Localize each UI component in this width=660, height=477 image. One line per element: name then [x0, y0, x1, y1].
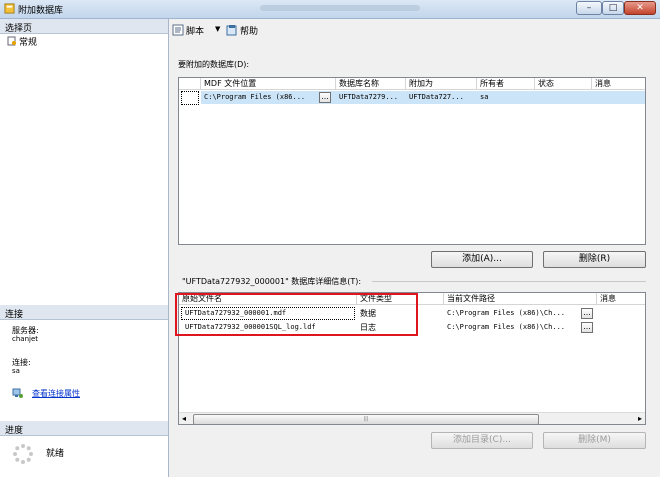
details-separator — [372, 281, 646, 282]
cell-attach-as[interactable]: UFTData727... — [406, 91, 477, 104]
help-button[interactable]: 帮助 — [226, 22, 276, 38]
view-connection-properties-link[interactable]: 查看连接属性 — [32, 388, 80, 399]
progress-spinner-icon — [13, 444, 33, 464]
databases-to-attach-label: 要附加的数据库(D): — [178, 60, 250, 69]
add-catalog-button[interactable]: 添加目录(C)... — [431, 432, 533, 449]
connection-header: 连接 — [0, 305, 168, 320]
minimize-button[interactable]: – — [576, 1, 602, 15]
progress-header: 进度 — [0, 421, 168, 436]
scroll-right-icon[interactable]: ▸ — [638, 413, 642, 424]
maximize-button[interactable]: □ — [602, 1, 624, 15]
cell-current-path: C:\Program Files (x86)\Ch... — [447, 309, 566, 317]
left-pane: 选择页 常规 连接 服务器: chanjet 连接: sa 查看连接属性 进度 … — [0, 19, 169, 477]
cell-current-path: C:\Program Files (x86)\Ch... — [447, 323, 566, 331]
cell-mdf-location: C:\Program Files (x86... — [204, 93, 306, 101]
connection-properties-icon — [12, 388, 23, 398]
grid-header-status[interactable]: 状态 — [535, 78, 592, 90]
connection-value: sa — [12, 367, 20, 375]
script-label: 脚本 — [186, 27, 205, 37]
server-value: chanjet — [12, 335, 39, 343]
grid-header-corner — [179, 78, 201, 90]
script-button[interactable]: 脚本 ▼ — [172, 22, 232, 38]
cell-message — [592, 91, 645, 104]
cell-status — [535, 91, 592, 104]
page-item-label: 常规 — [19, 38, 38, 48]
grid-header-dbname[interactable]: 数据库名称 — [336, 78, 406, 90]
select-page-header: 选择页 — [0, 19, 168, 34]
cell-db-name: UFTData7279... — [339, 93, 399, 101]
progress-status: 就绪 — [46, 449, 65, 459]
help-label: 帮助 — [240, 27, 259, 37]
databases-to-attach-grid[interactable]: MDF 文件位置 数据库名称 附加为 所有者 状态 消息 C:\Program … — [178, 77, 646, 245]
page-icon — [7, 36, 16, 46]
dropdown-arrow-icon[interactable]: ▼ — [215, 25, 220, 33]
row-focus-indicator — [181, 91, 199, 105]
remove-file-button[interactable]: 删除(M) — [543, 432, 646, 449]
cell-owner[interactable]: sa — [477, 91, 535, 104]
grid-header-mdf[interactable]: MDF 文件位置 — [201, 78, 336, 90]
scrollbar-thumb[interactable]: ||| — [193, 414, 539, 424]
grid-header-message[interactable]: 消息 — [592, 78, 645, 90]
blurred-title-region — [260, 5, 420, 11]
window-title-bar: 附加数据库 – □ ✕ — [0, 0, 660, 19]
database-icon — [4, 3, 15, 14]
browse-path-button[interactable]: ... — [581, 322, 593, 333]
details-header-current-path[interactable]: 当前文件路径 — [444, 293, 597, 305]
horizontal-scrollbar[interactable]: ◂ ||| ▸ — [179, 412, 645, 424]
database-details-label: "UFTData727932_000001" 数据库详细信息(T): — [182, 277, 362, 286]
highlight-annotation-box — [175, 293, 418, 336]
grid-header-owner[interactable]: 所有者 — [477, 78, 535, 90]
add-database-button[interactable]: 添加(A)... — [431, 251, 533, 268]
window-title: 附加数据库 — [18, 6, 64, 16]
script-icon — [172, 24, 184, 36]
browse-ellipsis-button[interactable]: ... — [319, 92, 331, 103]
grid-header-attach-as[interactable]: 附加为 — [406, 78, 477, 90]
details-header-message[interactable]: 消息 — [597, 293, 645, 305]
remove-database-button[interactable]: 删除(R) — [543, 251, 646, 268]
browse-path-button[interactable]: ... — [581, 308, 593, 319]
close-button[interactable]: ✕ — [624, 1, 656, 15]
scroll-left-icon[interactable]: ◂ — [182, 413, 186, 424]
help-icon — [226, 25, 237, 36]
